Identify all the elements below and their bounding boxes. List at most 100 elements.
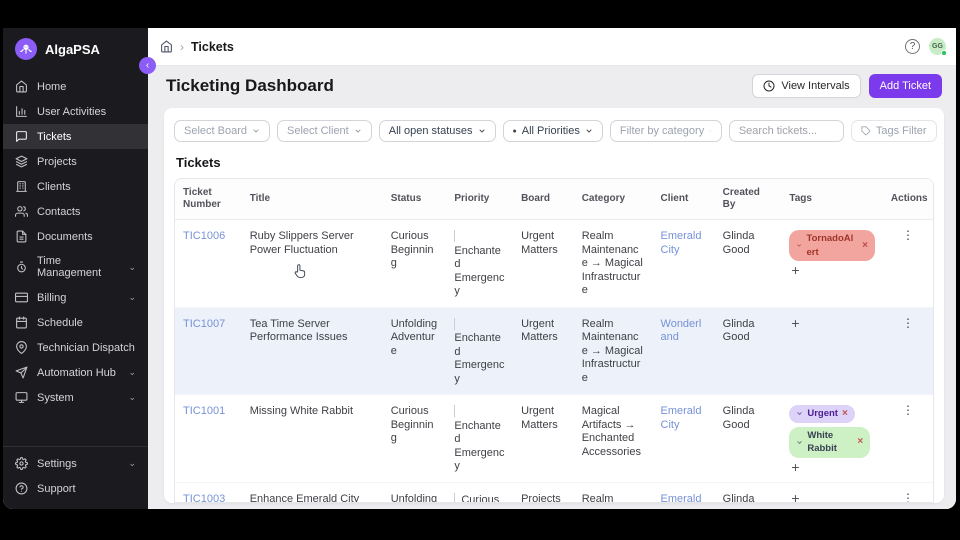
- chevron-down-icon: [796, 439, 803, 446]
- ticket-board: Urgent Matters: [513, 395, 574, 483]
- online-status-dot: [941, 50, 947, 56]
- column-header-status: Status: [383, 179, 447, 220]
- sidebar-footer: Settings ⌄ Support: [3, 446, 148, 509]
- ticket-created-by: Glinda Good: [715, 307, 782, 395]
- ticket-number-link[interactable]: TIC1007: [183, 318, 225, 330]
- row-actions-menu[interactable]: ⋮: [902, 493, 914, 503]
- sidebar-item-home[interactable]: Home: [3, 74, 148, 99]
- home-breadcrumb-icon[interactable]: [160, 40, 173, 53]
- sidebar: AlgaPSA Home User Activities Tickets Pro…: [3, 28, 148, 509]
- tag-label: Urgent: [807, 407, 838, 421]
- client-link[interactable]: Emerald City: [661, 493, 702, 504]
- sidebar-item-support[interactable]: Support: [3, 476, 148, 501]
- statuses-dropdown[interactable]: All open statuses: [379, 120, 496, 142]
- add-tag-button[interactable]: +: [789, 318, 801, 328]
- ticket-created-by: Glinda Good: [715, 482, 782, 503]
- ticket-status: Curious Beginning: [383, 395, 447, 483]
- remove-tag-icon[interactable]: ×: [862, 239, 868, 253]
- priority-dot-icon: ●: [513, 128, 517, 135]
- ticket-created-by: Glinda Good: [715, 220, 782, 308]
- add-tag-button[interactable]: +: [789, 462, 801, 472]
- category-filter-label: Filter by category: [620, 125, 704, 137]
- sidebar-item-label: System: [37, 392, 119, 404]
- ticket-priority: Curious Conundrum: [454, 494, 502, 504]
- add-ticket-button[interactable]: Add Ticket: [869, 74, 942, 98]
- ticket-priority: Enchanted Emergency: [454, 420, 504, 473]
- client-link[interactable]: Wonderland: [661, 318, 702, 344]
- select-client-dropdown[interactable]: Select Client: [277, 120, 372, 142]
- chevron-down-icon: [796, 242, 802, 249]
- row-actions-menu[interactable]: ⋮: [902, 318, 914, 328]
- sidebar-item-system[interactable]: System ⌄: [3, 385, 148, 410]
- ticket-category: Realm Maintenance → Magical Infrastructu…: [574, 220, 653, 308]
- ticket-created-by: Glinda Good: [715, 395, 782, 483]
- tag-label: White Rabbit: [807, 429, 853, 456]
- ticket-priority: Enchanted Emergency: [454, 245, 504, 298]
- home-icon: [15, 80, 28, 93]
- breadcrumb[interactable]: Tickets: [191, 40, 234, 54]
- table-row[interactable]: TIC1001 Missing White Rabbit Curious Beg…: [175, 395, 933, 483]
- sidebar-item-clients[interactable]: Clients: [3, 174, 148, 199]
- ticket-title: Missing White Rabbit: [242, 395, 383, 483]
- clock-icon: [763, 80, 775, 92]
- view-intervals-button[interactable]: View Intervals: [752, 74, 860, 98]
- sidebar-item-user-activities[interactable]: User Activities: [3, 99, 148, 124]
- avatar-initials: GG: [932, 43, 943, 50]
- sidebar-item-contacts[interactable]: Contacts: [3, 199, 148, 224]
- gear-icon: [15, 457, 28, 470]
- sidebar-item-schedule[interactable]: Schedule: [3, 310, 148, 335]
- tags-filter-button[interactable]: Tags Filter: [851, 120, 937, 142]
- client-link[interactable]: Emerald City: [661, 230, 702, 256]
- sidebar-nav: Home User Activities Tickets Projects Cl…: [3, 74, 148, 446]
- chevron-down-icon: [354, 127, 362, 135]
- tag-pill[interactable]: White Rabbit ×: [789, 427, 870, 458]
- sidebar-item-settings[interactable]: Settings ⌄: [3, 451, 148, 476]
- select-board-dropdown[interactable]: Select Board: [174, 120, 270, 142]
- ticket-number-link[interactable]: TIC1001: [183, 405, 225, 417]
- column-header-board: Board: [513, 179, 574, 220]
- column-header-created-by: Created By: [715, 179, 782, 220]
- client-link[interactable]: Emerald City: [661, 405, 702, 431]
- search-input[interactable]: [729, 120, 844, 142]
- bar-chart-icon: [15, 105, 28, 118]
- sidebar-item-documents[interactable]: Documents: [3, 224, 148, 249]
- tag-pill[interactable]: TornadoAlert ×: [789, 230, 875, 261]
- remove-tag-icon[interactable]: ×: [857, 435, 863, 449]
- tag-pill[interactable]: Urgent ×: [789, 405, 854, 423]
- avatar[interactable]: GG: [929, 38, 946, 55]
- add-tag-button[interactable]: +: [789, 265, 801, 275]
- table-row[interactable]: TIC1007 Tea Time Server Performance Issu…: [175, 307, 933, 395]
- sidebar-item-projects[interactable]: Projects: [3, 149, 148, 174]
- table-row[interactable]: TIC1003 Enhance Emerald City Gardens Unf…: [175, 482, 933, 503]
- ticket-number-link[interactable]: TIC1003: [183, 493, 225, 504]
- select-board-label: Select Board: [184, 125, 247, 137]
- sidebar-item-technician-dispatch[interactable]: Technician Dispatch: [3, 335, 148, 360]
- row-actions-menu[interactable]: ⋮: [902, 405, 914, 415]
- column-header-priority: Priority: [446, 179, 513, 220]
- add-tag-button[interactable]: +: [789, 493, 801, 503]
- chevron-down-icon: ⌄: [128, 367, 136, 378]
- category-filter-dropdown[interactable]: Filter by category: [610, 120, 722, 142]
- ticket-number-link[interactable]: TIC1006: [183, 230, 225, 242]
- priorities-dropdown[interactable]: ● All Priorities: [503, 120, 603, 142]
- sidebar-item-label: Tickets: [37, 131, 136, 143]
- sidebar-item-tickets[interactable]: Tickets: [3, 124, 148, 149]
- select-client-label: Select Client: [287, 125, 349, 137]
- sidebar-item-time-management[interactable]: Time Management ⌄: [3, 249, 148, 285]
- sidebar-item-label: Time Management: [37, 255, 119, 279]
- sidebar-collapse-button[interactable]: ‹: [139, 57, 156, 74]
- building-icon: [15, 180, 28, 193]
- tickets-card: Select Board Select Client All open stat…: [164, 108, 944, 503]
- statuses-label: All open statuses: [389, 125, 473, 137]
- row-actions-menu[interactable]: ⋮: [902, 230, 914, 240]
- map-pin-icon: [15, 341, 28, 354]
- column-header-ticket-number: Ticket Number: [175, 179, 242, 220]
- layers-icon: [15, 155, 28, 168]
- sidebar-item-billing[interactable]: Billing ⌄: [3, 285, 148, 310]
- remove-tag-icon[interactable]: ×: [842, 407, 848, 421]
- ticket-title: Enhance Emerald City Gardens: [242, 482, 383, 503]
- table-row[interactable]: TIC1006 Ruby Slippers Server Power Fluct…: [175, 220, 933, 308]
- sidebar-item-automation-hub[interactable]: Automation Hub ⌄: [3, 360, 148, 385]
- help-icon[interactable]: ?: [905, 39, 920, 54]
- app-window: AlgaPSA Home User Activities Tickets Pro…: [3, 28, 956, 509]
